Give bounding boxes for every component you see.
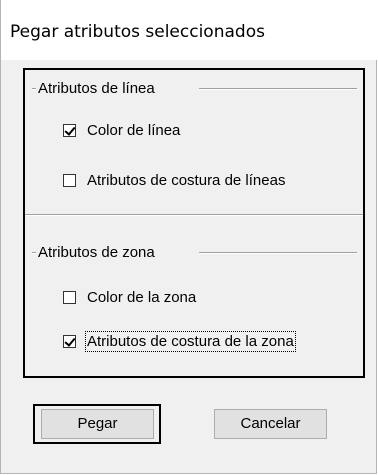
checkbox-label: Atributos de costura de líneas [87,171,286,189]
checkbox-zone-color[interactable]: Color de la zona [63,287,196,307]
group-separator [25,214,363,216]
zone-group-tick [32,252,36,254]
checkbox-checked-icon[interactable] [63,123,76,137]
zone-group-divider [199,252,357,254]
checkbox-label: Color de línea [87,121,181,139]
checkbox-zone-stitch-attributes[interactable]: Atributos de costura de la zona [63,330,296,352]
dialog-title: Pegar atributos seleccionados [10,22,265,42]
checkbox-label: Atributos de costura de la zona [85,330,296,352]
checkbox-unchecked-icon[interactable] [63,290,76,304]
checkbox-label: Color de la zona [87,288,197,306]
line-group-label: Atributos de línea [38,80,155,97]
zone-group-label: Atributos de zona [38,244,155,261]
dialog-header: Pegar atributos seleccionados [1,0,377,60]
cancel-button[interactable]: Cancelar [214,409,327,439]
line-group-tick [32,88,36,90]
line-group-divider [199,88,357,90]
checkbox-checked-icon[interactable] [63,334,76,348]
paste-button[interactable]: Pegar [41,409,154,439]
checkbox-line-color[interactable]: Color de línea [63,120,180,140]
paste-attributes-dialog: Pegar atributos seleccionados Atributos … [0,0,377,474]
checkbox-unchecked-icon[interactable] [63,173,76,187]
checkbox-line-stitch-attributes[interactable]: Atributos de costura de líneas [63,170,285,190]
